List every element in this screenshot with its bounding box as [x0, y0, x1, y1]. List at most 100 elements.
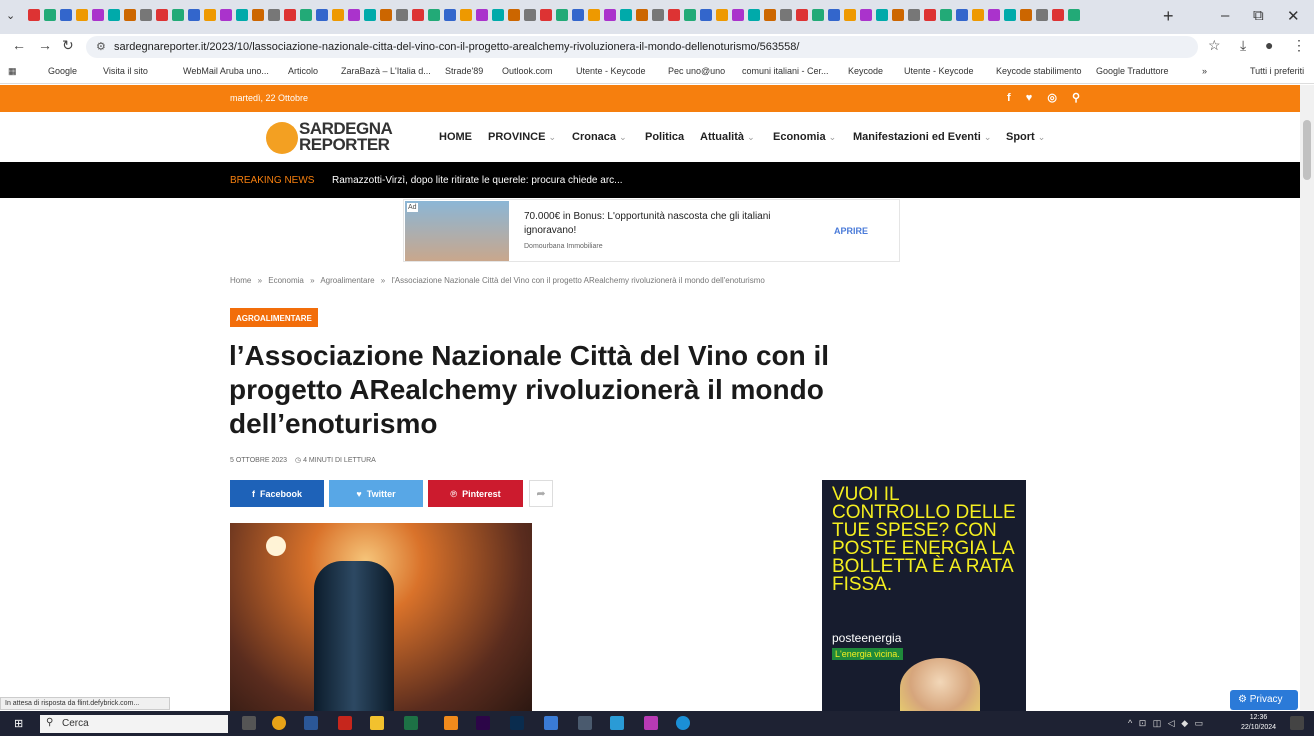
breadcrumb-home[interactable]: Home — [230, 276, 251, 285]
download-icon[interactable]: ⤓ — [1240, 37, 1246, 54]
excel-icon[interactable] — [404, 716, 418, 730]
site-logo[interactable]: SARDEGNA REPORTER — [266, 120, 393, 156]
maximize-icon[interactable]: ⧉ — [1253, 7, 1264, 24]
tab-favicon[interactable] — [332, 8, 344, 21]
tab-favicon[interactable] — [428, 8, 440, 21]
tab-favicon[interactable] — [508, 8, 520, 21]
tab-favicon[interactable] — [956, 8, 968, 21]
url-field[interactable]: ⚙ sardegnareporter.it/2023/10/lassociazi… — [86, 36, 1198, 58]
tab-favicon[interactable] — [684, 8, 696, 21]
tab-favicon[interactable] — [860, 8, 872, 21]
tab-favicon[interactable] — [812, 8, 824, 21]
tab-favicon[interactable] — [652, 8, 664, 21]
bookmark-item[interactable]: Utente - Keycode — [904, 66, 974, 76]
taskbar-search[interactable]: ⚲ Cerca — [40, 715, 228, 733]
twitter-icon[interactable]: ♥ — [1026, 92, 1039, 104]
tab-favicon[interactable] — [220, 8, 232, 21]
close-icon[interactable]: ✕ — [1287, 7, 1300, 25]
share-pinterest-button[interactable]: ℗ Pinterest — [428, 480, 523, 507]
tab-favicon[interactable] — [1004, 8, 1016, 21]
tab-favicon[interactable] — [572, 8, 584, 21]
tab-favicon[interactable] — [972, 8, 984, 21]
windows-start-icon[interactable]: ⊞ — [14, 717, 23, 730]
taskbar-clock[interactable]: 12:36 22/10/2024 — [1241, 713, 1276, 733]
tab-favicon[interactable] — [540, 8, 552, 21]
bookmark-item[interactable]: WebMail Aruba uno... — [183, 66, 269, 76]
page-scrollbar[interactable] — [1300, 85, 1314, 710]
tab-favicon[interactable] — [476, 8, 488, 21]
tab-favicon[interactable] — [124, 8, 136, 21]
tab-favicon[interactable] — [460, 8, 472, 21]
site-info-icon[interactable]: ⚙ — [96, 40, 106, 53]
tab-favicon[interactable] — [1020, 8, 1032, 21]
edge-icon[interactable] — [676, 716, 690, 730]
tab-favicon[interactable] — [28, 8, 40, 21]
banner-ad[interactable]: Ad 70.000€ in Bonus: L'opportunità nasco… — [403, 199, 900, 262]
tab-favicon[interactable] — [764, 8, 776, 21]
tab-favicon[interactable] — [92, 8, 104, 21]
forward-icon[interactable]: → — [38, 37, 52, 53]
reload-icon[interactable]: ↻ — [62, 37, 74, 54]
tab-favicon[interactable] — [268, 8, 280, 21]
tab-favicon[interactable] — [1068, 8, 1080, 21]
tab-favicon[interactable] — [556, 8, 568, 21]
tab-favicon[interactable] — [204, 8, 216, 21]
tab-favicon[interactable] — [236, 8, 248, 21]
tab-favicon[interactable] — [396, 8, 408, 21]
bookmark-item[interactable]: Google Traduttore — [1096, 66, 1169, 76]
tab-favicon[interactable] — [940, 8, 952, 21]
menu-icon[interactable]: ⋮ — [1292, 37, 1306, 54]
paint-icon[interactable] — [610, 716, 624, 730]
nav-province[interactable]: PROVINCE ⌄ — [488, 131, 556, 143]
photos-icon[interactable] — [644, 716, 658, 730]
tab-search-icon[interactable]: ⌄ — [6, 9, 15, 22]
system-tray[interactable]: ^ ⊡ ◫ ◁ ◆ ▭ — [1128, 718, 1205, 729]
new-tab-button[interactable]: + — [1163, 6, 1174, 27]
share-facebook-button[interactable]: f Facebook — [230, 480, 324, 507]
bookmark-item[interactable]: Visita il sito — [103, 66, 148, 76]
tab-favicon[interactable] — [716, 8, 728, 21]
bookmark-item[interactable]: Strade'89 — [445, 66, 483, 76]
tab-favicon[interactable] — [620, 8, 632, 21]
tab-favicon[interactable] — [796, 8, 808, 21]
scrollbar-thumb[interactable] — [1303, 120, 1311, 180]
tab-favicon[interactable] — [140, 8, 152, 21]
bookmark-item[interactable]: Google — [48, 66, 77, 76]
tab-favicon[interactable] — [44, 8, 56, 21]
nav-politica[interactable]: Politica — [645, 131, 684, 143]
word-icon[interactable] — [304, 716, 318, 730]
all-bookmarks-folder[interactable]: Tutti i preferiti — [1250, 66, 1304, 76]
extension-icon[interactable]: ● — [1265, 37, 1273, 53]
tab-favicon[interactable] — [604, 8, 616, 21]
tab-favicon[interactable] — [60, 8, 72, 21]
explorer-icon[interactable] — [370, 716, 384, 730]
tab-favicon[interactable] — [316, 8, 328, 21]
tab-favicon[interactable] — [364, 8, 376, 21]
nav-sport[interactable]: Sport ⌄ — [1006, 131, 1045, 143]
bookmark-item[interactable]: Utente - Keycode — [576, 66, 646, 76]
tab-favicon[interactable] — [188, 8, 200, 21]
tab-favicon[interactable] — [1036, 8, 1048, 21]
tab-favicon[interactable] — [876, 8, 888, 21]
bookmark-item[interactable]: Articolo — [288, 66, 318, 76]
tab-strip[interactable] — [26, 6, 1116, 30]
calculator-icon[interactable] — [578, 716, 592, 730]
share-twitter-button[interactable]: ♥ Twitter — [329, 480, 423, 507]
tab-favicon[interactable] — [172, 8, 184, 21]
tab-favicon[interactable] — [524, 8, 536, 21]
app-icon[interactable] — [544, 716, 558, 730]
tab-favicon[interactable] — [444, 8, 456, 21]
nav-economia[interactable]: Economia ⌄ — [773, 131, 836, 143]
tab-favicon[interactable] — [252, 8, 264, 21]
apps-icon[interactable]: ▦ — [8, 66, 17, 77]
notification-icon[interactable] — [1290, 716, 1304, 730]
tab-favicon[interactable] — [492, 8, 504, 21]
bookmark-item[interactable]: Keycode stabilimento — [996, 66, 1082, 76]
breadcrumb-economia[interactable]: Economia — [268, 276, 304, 285]
nav-cronaca[interactable]: Cronaca ⌄ — [572, 131, 627, 143]
bookmark-item[interactable]: ZaraBazà – L'Italia d... — [341, 66, 431, 76]
share-more-button[interactable]: ➦ — [529, 480, 553, 507]
nav-attualita[interactable]: Attualità ⌄ — [700, 131, 755, 143]
star-icon[interactable]: ☆ — [1208, 37, 1221, 54]
minimize-icon[interactable]: – — [1221, 7, 1229, 24]
